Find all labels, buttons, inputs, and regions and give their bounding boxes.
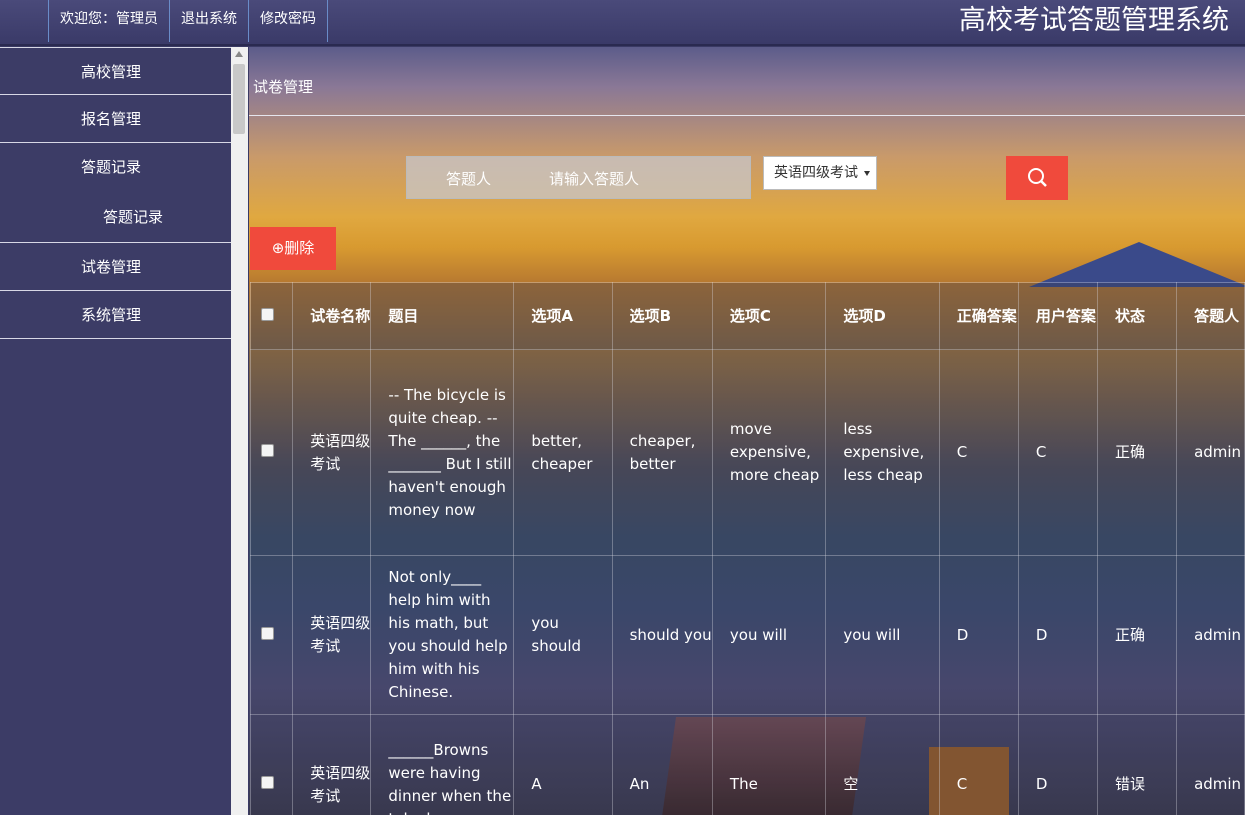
col-question: 题目	[370, 282, 515, 350]
sidebar: 高校管理 报名管理 答题记录 答题记录 试卷管理 系统管理	[0, 47, 231, 815]
background-mountain	[1029, 242, 1245, 287]
select-all-checkbox[interactable]	[261, 307, 274, 321]
breadcrumb: 试卷管理	[253, 78, 314, 96]
search-box: 答题人	[406, 156, 751, 199]
col-option-a: 选项A	[513, 282, 613, 350]
cell-paper-name: 英语四级考试	[292, 555, 372, 715]
cell-option-c: you will	[711, 555, 827, 715]
cell-option-d: you will	[825, 555, 940, 715]
main-content: 试卷管理 答题人 英语四级考试 ⊕删除 试卷名称 题目 选项A 选项B 选项C …	[249, 47, 1245, 815]
cell-option-b: cheaper, better	[611, 349, 713, 556]
cell-question: -- The bicycle is quite cheap. --The ___…	[370, 349, 515, 556]
col-option-d: 选项D	[825, 282, 940, 350]
cell-question: ______Browns were having dinner when the…	[370, 714, 515, 815]
col-answerer: 答题人	[1176, 282, 1245, 350]
cell-correct-answer: D	[938, 555, 1019, 715]
cell-option-d: less expensive, less cheap	[825, 349, 940, 556]
sidebar-scrollbar[interactable]	[231, 47, 248, 815]
row-checkbox[interactable]	[261, 626, 274, 640]
row-checkbox[interactable]	[261, 776, 274, 789]
divider	[249, 115, 1245, 116]
cell-answerer: admin	[1176, 714, 1245, 815]
cell-status: 正确	[1096, 555, 1178, 715]
chevron-down-icon	[864, 171, 870, 176]
cell-correct-answer: C	[938, 714, 1019, 815]
row-checkbox-cell	[249, 349, 294, 556]
col-correct-answer: 正确答案	[938, 282, 1019, 350]
cell-option-c: The	[711, 714, 827, 815]
row-checkbox-cell	[249, 555, 294, 715]
cell-status: 正确	[1096, 349, 1178, 556]
cell-option-a: better, cheaper	[513, 349, 613, 556]
cell-paper-name: 英语四级考试	[292, 714, 372, 815]
sidebar-subitem-answer-records[interactable]: 答题记录	[0, 191, 231, 243]
answerer-search-input[interactable]	[547, 163, 746, 195]
welcome-admin-link[interactable]: 欢迎您：管理员	[48, 0, 170, 42]
sidebar-item-registration[interactable]: 报名管理	[0, 95, 231, 143]
delete-button[interactable]: ⊕删除	[250, 227, 336, 270]
col-user-answer: 用户答案	[1017, 282, 1098, 350]
table-row: 英语四级考试 -- The bicycle is quite cheap. --…	[249, 349, 1245, 556]
sidebar-item-university[interactable]: 高校管理	[0, 47, 231, 95]
row-checkbox[interactable]	[261, 444, 274, 457]
app-title: 高校考试答题管理系统	[959, 5, 1229, 36]
logout-link[interactable]: 退出系统	[169, 0, 249, 42]
search-label: 答题人	[446, 170, 492, 188]
col-option-c: 选项C	[711, 282, 827, 350]
sidebar-item-answer-records[interactable]: 答题记录	[0, 143, 231, 191]
table-header-row: 试卷名称 题目 选项A 选项B 选项C 选项D 正确答案 用户答案 状态 答题人	[249, 282, 1245, 350]
cell-correct-answer: C	[938, 349, 1019, 556]
cell-answerer: admin	[1176, 555, 1245, 715]
table-row: 英语四级考试 Not only____ help him with his ma…	[249, 555, 1245, 715]
select-all-cell	[249, 282, 294, 350]
table-row: 英语四级考试 ______Browns were having dinner w…	[249, 714, 1245, 815]
paper-select-value: 英语四级考试	[774, 165, 858, 181]
cell-user-answer: D	[1017, 555, 1098, 715]
sidebar-item-system[interactable]: 系统管理	[0, 291, 231, 339]
cell-option-a: A	[513, 714, 613, 815]
scrollbar-thumb[interactable]	[233, 64, 245, 134]
search-button[interactable]	[1006, 156, 1068, 200]
cell-option-b: should you	[611, 555, 713, 715]
col-status: 状态	[1096, 282, 1178, 350]
cell-user-answer: C	[1017, 349, 1098, 556]
cell-answerer: admin	[1176, 349, 1245, 556]
records-table: 试卷名称 题目 选项A 选项B 选项C 选项D 正确答案 用户答案 状态 答题人…	[249, 282, 1245, 815]
top-nav: 欢迎您：管理员 退出系统 修改密码	[48, 0, 328, 44]
search-icon	[1028, 168, 1047, 187]
cell-option-b: An	[611, 714, 713, 815]
cell-paper-name: 英语四级考试	[292, 349, 372, 556]
row-checkbox-cell	[249, 714, 294, 815]
cell-question: Not only____ help him with his math, but…	[370, 555, 515, 715]
paper-select[interactable]: 英语四级考试	[763, 156, 877, 190]
sidebar-item-papers[interactable]: 试卷管理	[0, 243, 231, 291]
cell-option-d: 空	[825, 714, 940, 815]
col-option-b: 选项B	[611, 282, 713, 350]
top-bar: 欢迎您：管理员 退出系统 修改密码 高校考试答题管理系统	[0, 0, 1245, 46]
col-paper-name: 试卷名称	[292, 282, 372, 350]
cell-user-answer: D	[1017, 714, 1098, 815]
cell-option-c: move expensive, more cheap	[711, 349, 827, 556]
change-password-link[interactable]: 修改密码	[248, 0, 328, 42]
cell-option-a: you should	[513, 555, 613, 715]
scroll-up-icon[interactable]	[235, 51, 243, 57]
cell-status: 错误	[1096, 714, 1178, 815]
